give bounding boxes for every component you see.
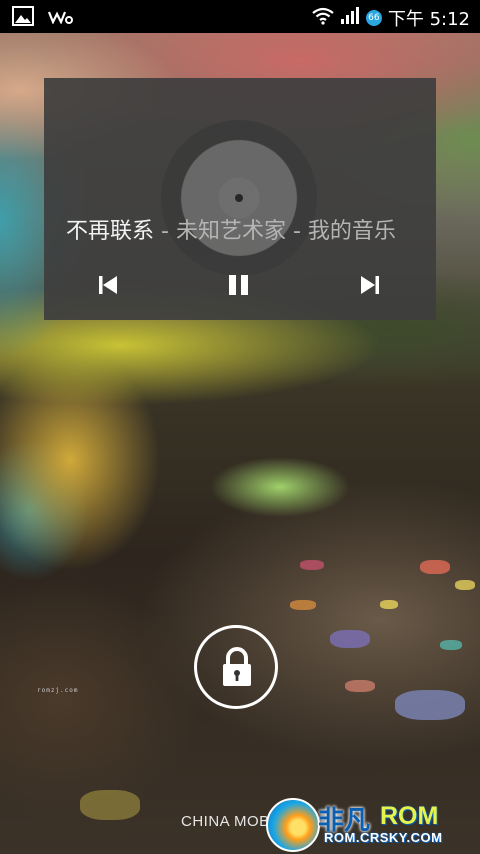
pause-icon [229, 275, 248, 295]
music-widget[interactable]: 不再联系 - 未知艺术家 - 我的音乐 [44, 78, 436, 320]
logo-url-text: ROM.CRSKY.COM [324, 830, 443, 845]
wallpaper-speck [330, 630, 370, 648]
logo-emblem-icon [266, 798, 320, 852]
track-separator: - [285, 219, 308, 244]
walkman-icon [47, 9, 74, 28]
watermark-small-text: romzj.com [37, 687, 79, 694]
wallpaper-speck [290, 600, 316, 610]
wallpaper-speck [380, 600, 398, 609]
track-album: 我的音乐 [307, 219, 396, 244]
wallpaper-speck [455, 580, 475, 590]
watermark-logo: 非凡 ROM ROM.CRSKY.COM [262, 796, 462, 852]
status-bar-notifications [12, 6, 74, 30]
previous-button[interactable] [96, 273, 126, 297]
unlock-handle[interactable] [194, 625, 278, 709]
status-clock: 下午 5:12 [387, 9, 470, 30]
wallpaper-speck [80, 790, 140, 820]
wifi-icon [312, 7, 334, 29]
status-bar-system: 66 下午 5:12 [312, 5, 470, 31]
wallpaper-speck [420, 560, 450, 574]
track-info: 不再联系 - 未知艺术家 - 我的音乐 [66, 218, 426, 246]
wallpaper-speck [395, 690, 465, 720]
padlock-icon [223, 647, 251, 686]
previous-icon [99, 276, 117, 294]
logo-rom-text: ROM [380, 802, 439, 830]
status-bar: 66 下午 5:12 [0, 0, 480, 33]
wallpaper-speck [440, 640, 462, 650]
gallery-icon [12, 6, 34, 30]
signal-icon [340, 7, 360, 29]
track-separator: - [154, 219, 176, 244]
album-art-disc [161, 120, 317, 276]
track-artist: 未知艺术家 [175, 219, 286, 244]
next-icon [361, 276, 379, 294]
disc-center [235, 194, 243, 202]
wallpaper-speck [300, 560, 324, 570]
wallpaper-speck [345, 680, 375, 692]
pause-button[interactable] [226, 273, 256, 297]
next-button[interactable] [358, 273, 388, 297]
track-title: 不再联系 [66, 219, 155, 244]
badge-icon: 66 [365, 10, 382, 26]
